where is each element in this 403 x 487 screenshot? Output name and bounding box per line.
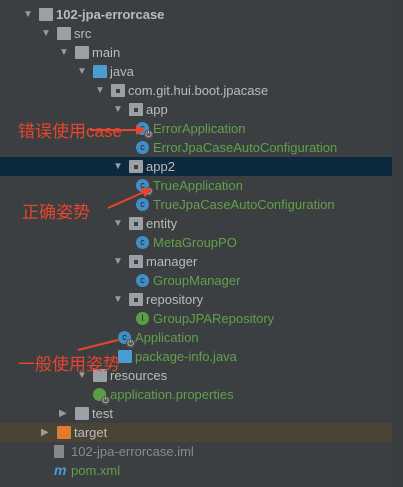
tree-item[interactable]: ▶ test [0,404,392,423]
tree-item-label: src [74,26,92,41]
tree-item-label: app2 [146,159,175,174]
package-icon [111,84,125,97]
expand-arrow-icon[interactable]: ▼ [113,157,123,176]
source-folder-icon [93,65,107,78]
tree-item-label: Application [135,330,199,345]
tree-item-label: java [110,64,134,79]
tree-item-label: 102-jpa-errorcase [56,7,165,22]
iml-file-icon [54,445,64,458]
annotation-line-3 [77,339,119,351]
tree-item[interactable]: ▼ src [0,24,392,43]
tree-item[interactable]: I GroupJPARepository [0,309,392,328]
tree-item[interactable]: ▶ target [0,423,392,442]
tree-item-label: ErrorApplication [153,121,246,136]
package-icon [129,103,143,116]
tree-item-label: ErrorJpaCaseAutoConfiguration [153,140,338,155]
tree-item-label: manager [146,254,198,269]
expand-arrow-icon[interactable]: ▼ [113,290,123,309]
tree-item[interactable]: ▼ app2 [0,157,392,176]
package-icon [129,160,143,173]
annotation-arrow-2 [107,188,152,209]
tree-item-label: main [92,45,121,60]
tree-item[interactable]: application.properties [0,385,392,405]
annotation-general: 一般使用姿势 [18,355,120,374]
expand-arrow-icon[interactable]: ▼ [23,5,33,24]
tree-item[interactable]: c GroupManager [0,271,392,290]
tree-item[interactable]: ▼ java [0,62,392,81]
tree-item-label: GroupJPARepository [153,311,275,326]
expand-arrow-icon[interactable]: ▼ [77,62,87,81]
tree-item[interactable]: cApplication [0,328,392,348]
tree-item[interactable]: cTrueApplication [0,176,392,196]
tree-item[interactable]: c MetaGroupPO [0,233,392,252]
folder-icon [75,46,89,59]
tree-item-label: 102-jpa-errorcase.iml [71,444,194,459]
package-icon [129,293,143,306]
package-icon [129,255,143,268]
tree-item[interactable]: ▼ main [0,43,392,62]
tree-item[interactable]: ▼ 102-jpa-errorcase [0,5,392,24]
annotation-arrow-1 [90,125,146,135]
expand-arrow-icon[interactable]: ▼ [41,24,51,43]
class-icon: c [136,236,149,249]
tree-item-label: GroupManager [153,273,241,288]
tree-item-label: test [92,406,113,421]
tree-item-label: TrueApplication [153,178,243,193]
expand-arrow-icon[interactable]: ▼ [59,43,69,62]
tree-item-label: app [146,102,168,117]
expand-arrow-icon[interactable]: ▼ [95,81,105,100]
folder-icon [57,27,71,40]
tree-item-label: application.properties [110,387,234,402]
expand-arrow-icon[interactable]: ▼ [113,252,123,271]
folder-icon [75,407,89,420]
tree-item[interactable]: ▼ com.git.hui.boot.jpacase [0,81,392,100]
interface-icon: I [136,312,149,325]
scrollbar[interactable] [392,0,403,487]
tree-item[interactable]: ▼ repository [0,290,392,309]
expand-arrow-icon[interactable]: ▼ [113,214,123,233]
tree-item-label: package-info.java [135,349,237,364]
tree-item-label: com.git.hui.boot.jpacase [128,83,269,98]
tree-item[interactable]: m pom.xml [0,461,392,480]
tree-item-label: entity [146,216,178,231]
tree-item-label: repository [146,292,204,307]
maven-icon: m [54,462,67,478]
collapse-arrow-icon[interactable]: ▶ [59,404,69,423]
tree-item-label: MetaGroupPO [153,235,237,250]
class-icon: c [136,141,149,154]
collapse-arrow-icon[interactable]: ▶ [41,423,51,442]
tree-item-label: pom.xml [71,463,121,478]
annotation-correct: 正确姿势 [22,203,90,222]
class-icon: c [136,274,149,287]
module-folder-icon [39,8,53,21]
tree-item-label: target [74,425,108,440]
excluded-folder-icon [57,426,71,439]
spring-properties-icon [93,388,110,405]
tree-item[interactable]: 102-jpa-errorcase.iml [0,442,392,461]
package-icon [129,217,143,230]
tree-item-label: TrueJpaCaseAutoConfiguration [153,197,335,212]
tree-item[interactable]: ▼ manager [0,252,392,271]
